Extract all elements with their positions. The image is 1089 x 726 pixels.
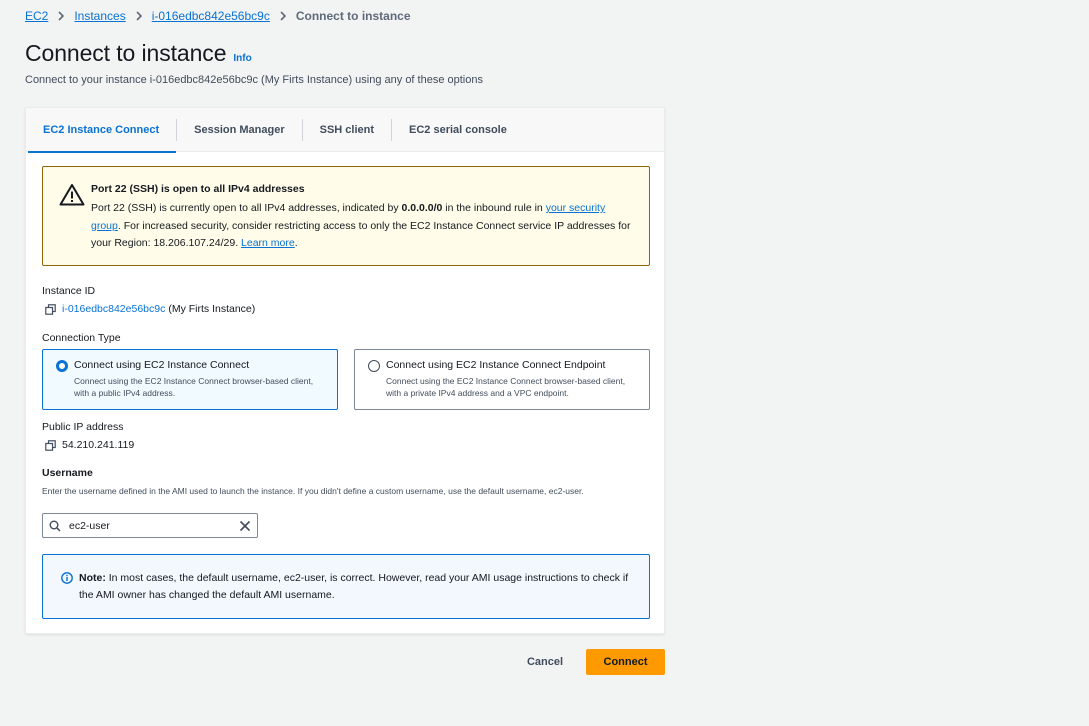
learn-more-link[interactable]: Learn more: [241, 237, 295, 249]
note-body: In most cases, the default username, ec2…: [79, 572, 629, 601]
connect-panel: EC2 Instance Connect Session Manager SSH…: [25, 107, 665, 634]
radio-button[interactable]: [56, 360, 68, 372]
note-label: Note:: [79, 572, 106, 584]
note-text: Note: In most cases, the default usernam…: [79, 570, 639, 604]
public-ip-label: Public IP address: [42, 421, 124, 433]
tab-bar: EC2 Instance Connect Session Manager SSH…: [26, 108, 664, 153]
chevron-right-icon: [279, 11, 287, 21]
connect-button[interactable]: Connect: [586, 649, 665, 675]
search-icon: [49, 520, 61, 532]
breadcrumb: EC2 Instances i-016edbc842e56bc9c Connec…: [25, 8, 411, 24]
tab-session-manager[interactable]: Session Manager: [177, 108, 301, 152]
cancel-button[interactable]: Cancel: [515, 649, 575, 675]
instance-id-row: i-016edbc842e56bc9c (My Firts Instance): [45, 303, 255, 315]
chevron-right-icon: [135, 11, 143, 21]
username-info-alert: Note: In most cases, the default usernam…: [42, 554, 650, 619]
tab-ssh-client[interactable]: SSH client: [303, 108, 391, 152]
public-ip-value: 54.210.241.119: [62, 439, 135, 451]
radio-button[interactable]: [368, 360, 380, 372]
close-icon[interactable]: [239, 520, 251, 532]
public-ip-row: 54.210.241.119: [45, 439, 134, 451]
info-link[interactable]: Info: [233, 53, 251, 64]
warning-body: Port 22 (SSH) is currently open to all I…: [91, 200, 631, 253]
radio-description: Connect using the EC2 Instance Connect b…: [74, 376, 314, 398]
connection-type-label: Connection Type: [42, 332, 121, 344]
warning-text: .: [294, 237, 298, 249]
username-hint: Enter the username defined in the AMI us…: [42, 486, 584, 496]
tab-ec2-serial-console[interactable]: EC2 serial console: [392, 108, 524, 152]
chevron-right-icon: [57, 11, 65, 21]
breadcrumb-current: Connect to instance: [295, 9, 411, 23]
username-label: Username: [42, 467, 93, 479]
warning-text: Port 22 (SSH) is currently open to all I…: [91, 202, 402, 214]
radio-ec2-instance-connect-endpoint[interactable]: Connect using EC2 Instance Connect Endpo…: [354, 349, 650, 410]
radio-description: Connect using the EC2 Instance Connect b…: [386, 376, 626, 398]
warning-title: Port 22 (SSH) is open to all IPv4 addres…: [91, 183, 305, 195]
page-subtitle: Connect to your instance i-016edbc842e56…: [25, 74, 483, 86]
instance-name: (My Firts Instance): [168, 303, 256, 315]
warning-icon: [59, 183, 85, 211]
tab-ec2-instance-connect[interactable]: EC2 Instance Connect: [26, 108, 177, 153]
breadcrumb-instance-id[interactable]: i-016edbc842e56bc9c: [152, 9, 270, 23]
copy-icon[interactable]: [45, 303, 56, 315]
warning-text: in the inbound rule in: [442, 202, 546, 214]
page-title: Connect to instance: [25, 40, 227, 66]
radio-ec2-instance-connect[interactable]: Connect using EC2 Instance Connect Conne…: [42, 349, 338, 410]
copy-icon[interactable]: [45, 439, 56, 451]
radio-title: Connect using EC2 Instance Connect: [74, 359, 250, 371]
info-icon: [61, 572, 73, 584]
breadcrumb-instances[interactable]: Instances: [74, 9, 125, 23]
instance-id-label: Instance ID: [42, 285, 96, 297]
radio-title: Connect using EC2 Instance Connect Endpo…: [386, 359, 606, 371]
ssh-warning-alert: Port 22 (SSH) is open to all IPv4 addres…: [42, 166, 650, 266]
username-input[interactable]: [69, 517, 229, 535]
username-field[interactable]: [42, 513, 258, 538]
warning-text: . For increased security, consider restr…: [91, 219, 631, 250]
warning-cidr: 0.0.0.0/0: [401, 202, 443, 214]
instance-id-link[interactable]: i-016edbc842e56bc9c: [62, 303, 165, 315]
breadcrumb-ec2[interactable]: EC2: [25, 9, 48, 23]
page-header: Connect to instance Info: [25, 40, 252, 67]
